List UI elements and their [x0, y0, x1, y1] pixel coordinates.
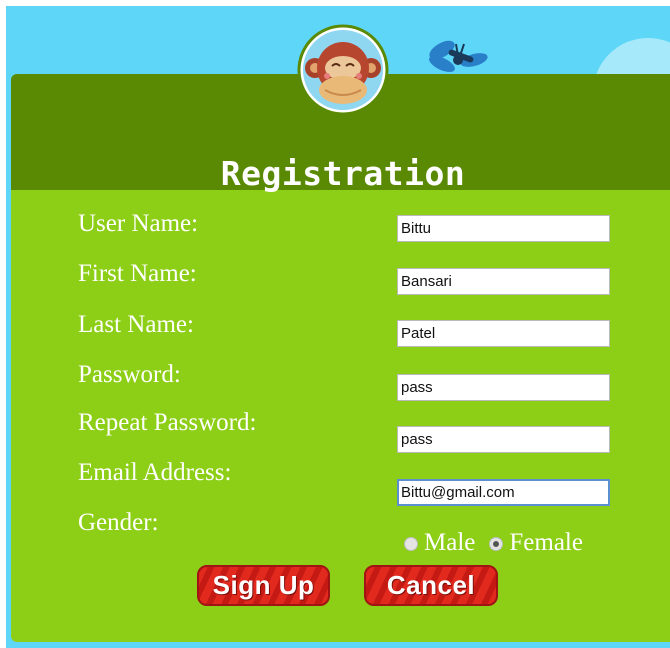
first-name-label: First Name:	[78, 260, 197, 287]
password-label: Password:	[78, 361, 181, 388]
email-input[interactable]	[397, 479, 610, 506]
cancel-button[interactable]: Cancel	[364, 565, 498, 606]
repeat-password-input[interactable]	[397, 426, 610, 453]
gender-label: Gender:	[78, 509, 159, 536]
last-name-input[interactable]	[397, 320, 610, 347]
last-name-label: Last Name:	[78, 311, 194, 338]
page-title: Registration	[220, 154, 466, 193]
gender-radio-group: Male Female	[404, 528, 583, 558]
registration-page: Registration User Name: First Name: Last…	[0, 0, 670, 648]
email-label: Email Address:	[78, 459, 232, 486]
monkey-logo-icon	[297, 24, 389, 116]
password-input[interactable]	[397, 374, 610, 401]
female-radio[interactable]	[489, 537, 504, 551]
sign-up-button[interactable]: Sign Up	[197, 565, 330, 606]
repeat-password-label: Repeat Password:	[78, 409, 257, 436]
first-name-input[interactable]	[397, 268, 610, 295]
male-radio[interactable]	[404, 537, 418, 551]
user-name-input[interactable]	[397, 215, 610, 242]
female-option-label: Female	[509, 529, 583, 556]
male-option-label: Male	[424, 529, 476, 556]
user-name-label: User Name:	[78, 210, 199, 237]
